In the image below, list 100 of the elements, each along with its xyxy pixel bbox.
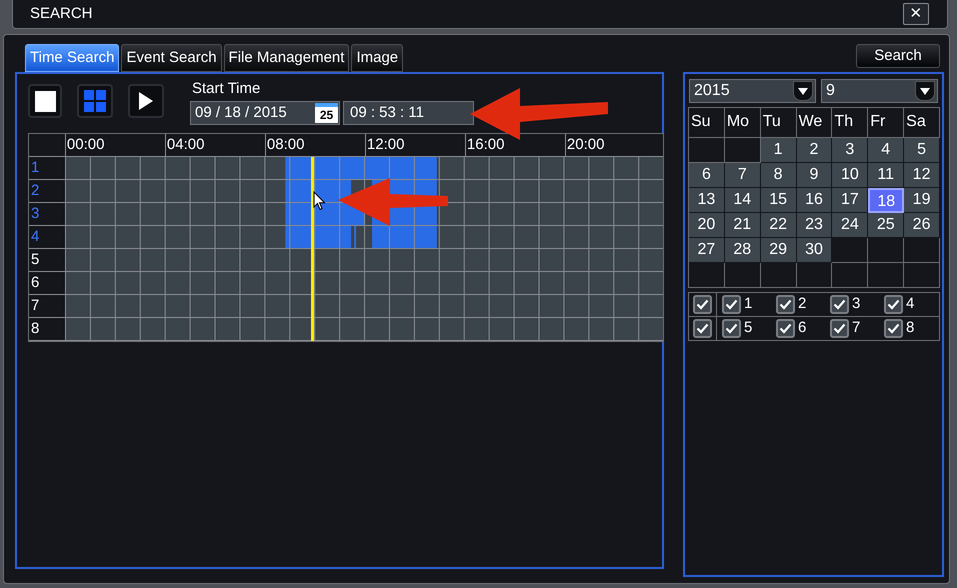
calendar-day[interactable]: 26: [904, 213, 940, 238]
empty-day-cell: [724, 263, 761, 288]
calendar-day[interactable]: 27: [689, 238, 725, 263]
check-icon: [833, 323, 846, 334]
check-icon: [887, 299, 900, 310]
tab[interactable]: Image: [351, 44, 404, 72]
calendar-day[interactable]: 19: [904, 188, 940, 213]
calendar-day[interactable]: 10: [832, 163, 868, 188]
empty-day-cell: [868, 263, 904, 288]
empty-day-cell: [760, 263, 797, 288]
calendar-day[interactable]: 2: [796, 138, 832, 163]
channel-number: 8: [30, 319, 40, 339]
square-icon: [34, 90, 56, 112]
checkbox[interactable]: [722, 295, 741, 314]
calendar-day[interactable]: 1: [760, 138, 797, 163]
weekday-label: Su: [689, 108, 725, 138]
channel-label: 6: [798, 318, 806, 338]
channel-label: 3: [852, 294, 860, 314]
calendar-day[interactable]: 15: [760, 188, 797, 213]
multi-view-button[interactable]: [77, 84, 113, 118]
empty-day-cell: [904, 263, 940, 288]
calendar-day[interactable]: 3: [832, 138, 868, 163]
calendar-day[interactable]: 23: [796, 213, 832, 238]
channel-number: 3: [30, 204, 40, 224]
calendar-day[interactable]: 29: [760, 238, 797, 263]
channel-number: 4: [30, 227, 40, 247]
channel-number: 2: [30, 181, 40, 201]
calendar-day[interactable]: 4: [868, 138, 904, 163]
empty-day-cell: [796, 263, 832, 288]
calendar-day[interactable]: 24: [832, 213, 868, 238]
channel-number: 1: [30, 158, 40, 178]
calendar-icon: 25: [315, 103, 338, 123]
check-icon: [887, 323, 900, 334]
tab[interactable]: Event Search: [121, 44, 222, 72]
hour-label: 16:00: [464, 134, 504, 156]
tab[interactable]: Time Search: [25, 44, 120, 72]
check-icon: [779, 323, 792, 334]
channel-label: 1: [744, 294, 752, 314]
hour-label: 00:00: [64, 134, 104, 156]
tab[interactable]: File Management: [224, 44, 350, 72]
hour-label: 04:00: [164, 134, 204, 156]
checkbox[interactable]: [693, 295, 712, 314]
check-icon: [696, 299, 709, 310]
search-button[interactable]: Search: [856, 44, 940, 68]
channel-number: 6: [30, 273, 40, 293]
checkbox[interactable]: [884, 295, 903, 314]
channel-label: 2: [798, 294, 806, 314]
calendar-day[interactable]: 14: [724, 188, 761, 213]
calendar-day[interactable]: 20: [689, 213, 725, 238]
window-title: SEARCH: [30, 4, 93, 24]
channel-label: 4: [906, 294, 914, 314]
single-view-button[interactable]: [28, 84, 62, 118]
calendar-day[interactable]: 6: [689, 163, 725, 188]
grid-icon: [84, 90, 106, 112]
hour-label: 08:00: [264, 134, 304, 156]
empty-day-cell: [868, 238, 904, 263]
month-dropdown[interactable]: 9: [821, 79, 938, 103]
pointer-icon: [313, 191, 326, 211]
checkbox[interactable]: [776, 295, 795, 314]
checkbox[interactable]: [884, 319, 903, 338]
play-button[interactable]: [128, 84, 164, 118]
year-dropdown[interactable]: 2015: [689, 79, 816, 103]
close-button[interactable]: ✕: [903, 3, 929, 25]
calendar-day[interactable]: 5: [904, 138, 940, 163]
channel-label: 5: [744, 318, 752, 338]
dropdown-caret-icon: [915, 81, 935, 101]
date-field[interactable]: 09 / 18 / 2015 25: [190, 101, 340, 125]
check-icon: [725, 299, 738, 310]
empty-day-cell: [832, 263, 868, 288]
calendar-day[interactable]: 13: [689, 188, 725, 213]
hour-label: 20:00: [564, 134, 604, 156]
calendar-day[interactable]: 18: [868, 188, 904, 213]
hour-label: 12:00: [364, 134, 404, 156]
calendar-day[interactable]: 7: [724, 163, 761, 188]
checkbox[interactable]: [722, 319, 741, 338]
check-icon: [779, 299, 792, 310]
dropdown-caret-icon: [793, 81, 813, 101]
checkbox[interactable]: [776, 319, 795, 338]
calendar-day[interactable]: 12: [904, 163, 940, 188]
calendar-day[interactable]: 21: [724, 213, 761, 238]
checkbox[interactable]: [830, 319, 849, 338]
calendar-day[interactable]: 17: [832, 188, 868, 213]
checkbox[interactable]: [693, 319, 712, 338]
start-time-label: Start Time: [191, 80, 262, 98]
channel-label: 7: [852, 318, 860, 338]
calendar-day[interactable]: 28: [724, 238, 761, 263]
calendar-day[interactable]: 11: [868, 163, 904, 188]
check-icon: [725, 323, 738, 334]
calendar-day[interactable]: 8: [760, 163, 797, 188]
empty-day-cell: [904, 238, 940, 263]
checkbox[interactable]: [830, 295, 849, 314]
calendar-day[interactable]: 30: [796, 238, 832, 263]
calendar-day[interactable]: 22: [760, 213, 797, 238]
channel-label: 8: [906, 318, 914, 338]
channel-number: 5: [30, 250, 40, 270]
time-field[interactable]: 09 : 53 : 11: [343, 101, 474, 125]
calendar-day[interactable]: 9: [796, 163, 832, 188]
calendar-day[interactable]: 25: [868, 213, 904, 238]
check-icon: [696, 323, 709, 334]
calendar-day[interactable]: 16: [796, 188, 832, 213]
